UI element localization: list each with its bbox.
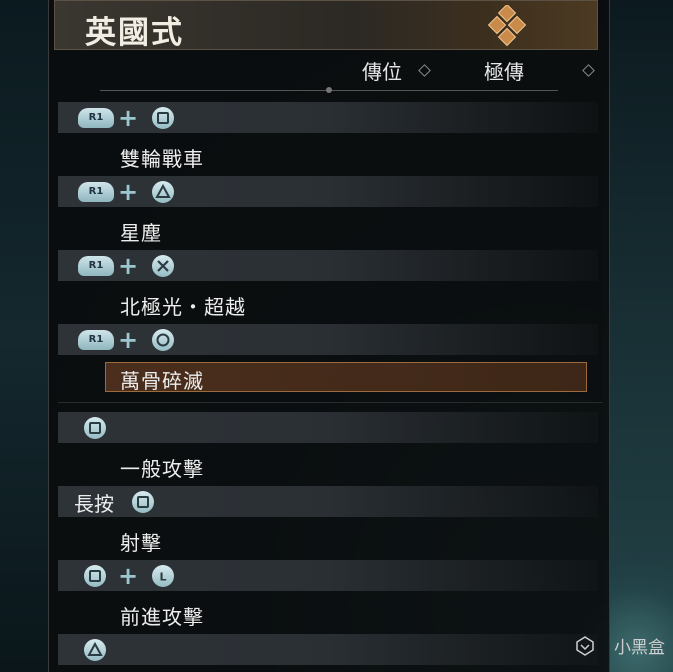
input-row: R1 + — [58, 324, 598, 355]
input-row: R1 + — [58, 250, 598, 281]
plus-icon: + — [118, 104, 139, 132]
style-title: 英國式 — [85, 15, 184, 51]
divider-dot — [326, 87, 332, 93]
move-name: 射擊 — [120, 531, 162, 555]
plus-icon: + — [118, 178, 139, 206]
input-row: R1 + — [58, 176, 598, 207]
plus-icon: + — [118, 326, 139, 354]
diamond-small-icon — [582, 64, 595, 77]
input-row: R1 + — [58, 102, 598, 133]
section-divider — [58, 402, 603, 403]
r1-button-icon: R1 — [78, 108, 114, 128]
move-item[interactable]: 雙輪戰車 — [58, 135, 598, 175]
square-button-icon — [84, 417, 106, 439]
triangle-button-icon — [84, 639, 106, 661]
move-item-selected[interactable]: 萬骨碎滅 — [105, 362, 587, 393]
square-button-icon — [84, 565, 106, 587]
triangle-button-icon — [152, 181, 174, 203]
diamond-small-icon — [418, 64, 431, 77]
move-item[interactable]: 星塵 — [58, 209, 598, 249]
plus-icon: + — [118, 252, 139, 280]
r1-button-icon: R1 — [78, 182, 114, 202]
move-name: 前進攻擊 — [120, 605, 204, 629]
watermark-text: 小黑盒 — [614, 638, 665, 658]
move-item[interactable]: 北極光・超越 — [58, 283, 598, 323]
diamond-emblem-icon — [487, 5, 527, 47]
l-stick-icon: L — [152, 565, 174, 587]
square-button-icon — [152, 107, 174, 129]
r1-button-icon: R1 — [78, 330, 114, 350]
header-inherit: 傳位 — [362, 60, 402, 84]
move-name: 北極光・超越 — [120, 295, 246, 319]
input-row — [58, 412, 598, 443]
move-name: 星塵 — [120, 221, 162, 245]
square-button-icon — [132, 491, 154, 513]
r1-button-icon: R1 — [78, 256, 114, 276]
hold-label: 長按 — [74, 492, 114, 516]
l-stick-label: L — [159, 571, 166, 584]
move-name: 一般攻擊 — [120, 457, 204, 481]
move-name: 萬骨碎滅 — [120, 369, 204, 393]
heybox-logo-icon — [576, 636, 594, 656]
column-header: 傳位 極傳 — [54, 56, 598, 93]
cross-button-icon — [152, 255, 174, 277]
input-row: + L — [58, 560, 598, 591]
move-item[interactable]: 前進攻擊 — [58, 593, 598, 633]
input-row — [58, 634, 598, 665]
title-bar: 英國式 — [54, 0, 598, 51]
header-ultimate: 極傳 — [484, 60, 524, 84]
background-rock-left — [0, 0, 48, 672]
move-item[interactable]: 一般攻擊 — [58, 445, 598, 485]
input-row: 長按 — [58, 486, 598, 517]
circle-button-icon — [152, 329, 174, 351]
move-item[interactable]: 射擊 — [58, 519, 598, 559]
plus-icon: + — [118, 562, 139, 590]
move-name: 雙輪戰車 — [120, 147, 204, 171]
